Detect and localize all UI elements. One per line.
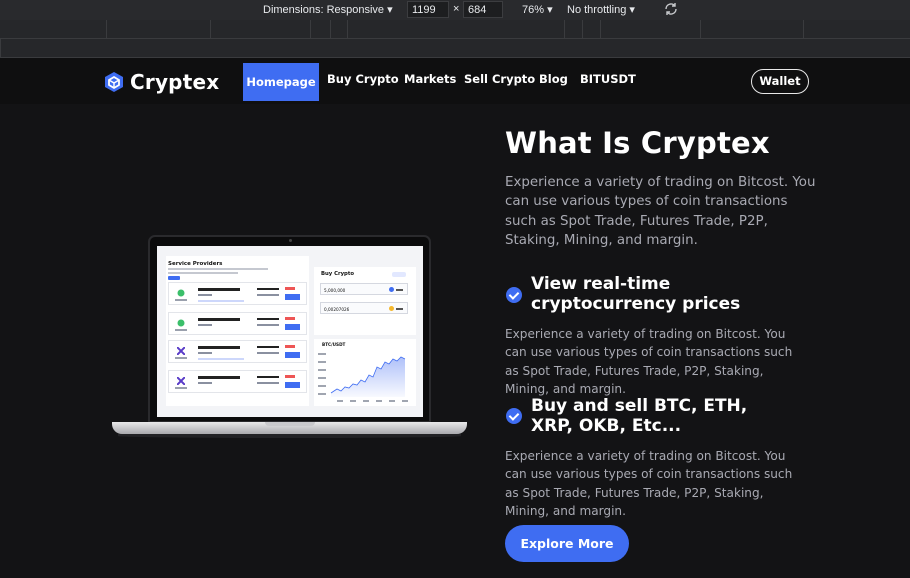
- buy-crypto-title: Buy Crypto: [321, 271, 355, 277]
- list-item: [168, 282, 307, 305]
- service-providers-title: Service Providers: [168, 261, 223, 267]
- dimensions-dropdown[interactable]: Dimensions: Responsive ▾: [263, 3, 393, 16]
- brand-name: Cryptex: [130, 70, 220, 94]
- explore-more-button[interactable]: Explore More: [505, 525, 629, 562]
- feature-title: View real-time cryptocurrency prices: [531, 274, 741, 314]
- amount-field: 0,00207026: [320, 302, 408, 314]
- nav-link-bitusdt[interactable]: BITUSDT: [580, 72, 636, 86]
- devtools-toolbar: Dimensions: Responsive ▾ 1199 × 684 76% …: [0, 0, 910, 20]
- media-query-row: [0, 20, 910, 39]
- throttling-label: No throttling: [567, 4, 627, 16]
- width-input[interactable]: 1199: [407, 1, 449, 18]
- dimensions-label: Dimensions: Responsive: [263, 4, 385, 16]
- feature-text: Experience a variety of trading on Bitco…: [505, 327, 793, 396]
- laptop-shadow: [118, 434, 461, 438]
- amount-field: 5,000,000: [320, 283, 408, 295]
- nav-link-blog[interactable]: Blog: [539, 72, 568, 86]
- rotate-icon[interactable]: [663, 1, 679, 20]
- laptop-camera: [289, 239, 292, 242]
- section-title: What Is Cryptex: [505, 126, 770, 160]
- page-viewport: Cryptex Homepage Buy Crypto Markets Sell…: [0, 58, 910, 578]
- list-item: [168, 312, 307, 335]
- nav-link-markets[interactable]: Markets: [404, 72, 456, 86]
- cube-logo-icon: [105, 72, 123, 92]
- nav-link-buy-crypto[interactable]: Buy Crypto: [327, 72, 399, 86]
- feature-title: Buy and sell BTC, ETH, XRP, OKB, Etc...: [531, 396, 748, 436]
- check-circle-icon: [506, 287, 522, 303]
- laptop-screen: Service Providers Buy Crypto 5,000,000 0…: [157, 246, 423, 417]
- check-circle-icon: [506, 408, 522, 424]
- buy-crypto-panel: [314, 267, 416, 335]
- wallet-button[interactable]: Wallet: [751, 69, 809, 94]
- zoom-dropdown[interactable]: 76% ▾: [522, 3, 553, 16]
- zoom-label: 76%: [522, 4, 545, 16]
- list-item: [168, 370, 307, 393]
- media-query-row: [0, 39, 910, 58]
- laptop-notch: [265, 422, 315, 426]
- nav-link-sell-crypto[interactable]: Sell Crypto: [464, 72, 535, 86]
- list-item: [168, 340, 307, 363]
- height-input[interactable]: 684: [463, 1, 503, 18]
- media-query-bars: [0, 20, 910, 58]
- feature-text: Experience a variety of trading on Bitco…: [505, 449, 793, 518]
- top-navbar: Cryptex Homepage Buy Crypto Markets Sell…: [0, 58, 910, 104]
- times-sign: ×: [453, 3, 460, 15]
- nav-link-homepage[interactable]: Homepage: [243, 63, 319, 101]
- brand-logo[interactable]: Cryptex: [104, 70, 219, 94]
- price-chart: [330, 356, 406, 397]
- throttling-dropdown[interactable]: No throttling ▾: [567, 3, 635, 16]
- section-lead: Experience a variety of trading on Bitco…: [505, 175, 816, 248]
